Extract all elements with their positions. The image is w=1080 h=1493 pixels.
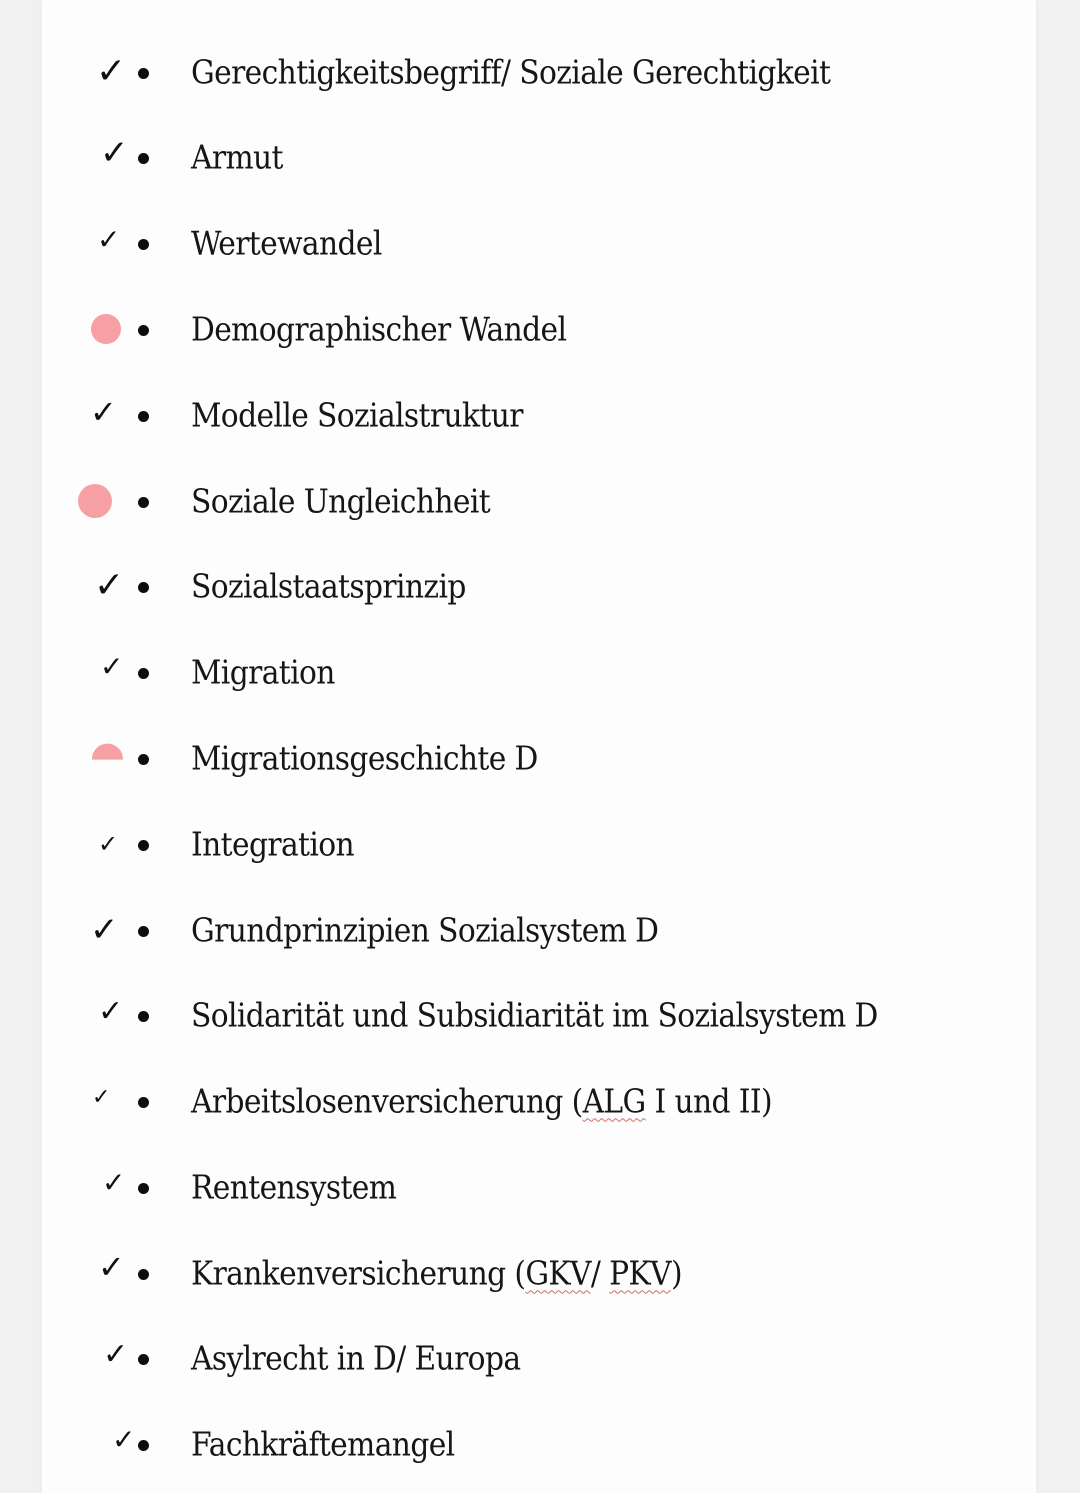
checkmark-icon: ✓	[112, 1423, 136, 1456]
checkmark-icon: ✓	[98, 830, 119, 858]
bullet-icon	[138, 1269, 149, 1280]
document-page: ✓ Gerechtigkeitsbegriff/ Soziale Gerecht…	[42, 0, 1036, 1493]
spellcheck-underlined-text: PKV	[609, 1253, 671, 1293]
topic-label: Migration	[191, 652, 335, 692]
list-item: ✓ Arbeitslosenversicherung (ALG I und II…	[42, 1071, 1036, 1131]
list-item: ✓ Wertewandel	[42, 213, 1036, 273]
checkmark-icon: ✓	[90, 393, 117, 431]
checkmark-icon: ✓	[98, 1248, 125, 1286]
bullet-icon	[138, 754, 149, 765]
list-item: ✓ Krankenversicherung (GKV/ PKV)	[42, 1243, 1036, 1303]
bullet-icon	[138, 926, 149, 937]
bullet-icon	[138, 239, 149, 250]
bullet-icon	[138, 1097, 149, 1108]
list-item: ✓ Asylrecht in D/ Europa	[42, 1328, 1036, 1388]
topic-label: Migrationsgeschichte D	[191, 738, 538, 778]
list-item: ✓ Grundprinzipien Sozialsystem D	[42, 900, 1036, 960]
list-item: Demographischer Wandel	[42, 299, 1036, 359]
list-item: Soziale Ungleichheit	[42, 471, 1036, 531]
label-text: /	[590, 1253, 610, 1293]
list-item: Migrationsgeschichte D	[42, 728, 1036, 788]
topic-label: Modelle Sozialstruktur	[191, 395, 523, 435]
list-item: ✓ Rentensystem	[42, 1157, 1036, 1217]
topic-label: Arbeitslosenversicherung (ALG I und II)	[191, 1081, 773, 1121]
checkmark-icon: ✓	[92, 1085, 111, 1110]
label-text: Krankenversicherung (	[191, 1253, 526, 1293]
checkmark-icon: ✓	[96, 51, 127, 92]
list-item: ✓ Solidarität und Subsidiarität im Sozia…	[42, 985, 1036, 1045]
list-item: ✓ Gerechtigkeitsbegriff/ Soziale Gerecht…	[42, 42, 1036, 102]
topic-label: Grundprinzipien Sozialsystem D	[191, 910, 659, 950]
checkmark-icon: ✓	[100, 133, 129, 173]
bullet-icon	[138, 840, 149, 851]
list-item: ✓ Integration	[42, 814, 1036, 874]
topic-label: Asylrecht in D/ Europa	[191, 1338, 521, 1378]
list-item: ✓ Migration	[42, 642, 1036, 702]
bullet-icon	[138, 325, 149, 336]
topic-label: Integration	[191, 824, 355, 864]
checkmark-icon: ✓	[94, 565, 125, 606]
topic-label: Wertewandel	[191, 223, 382, 263]
topic-label: Rentensystem	[191, 1167, 397, 1207]
list-item: ✓ Fachkräftemangel	[42, 1414, 1036, 1474]
topic-label: Sozialstaatsprinzip	[191, 566, 466, 606]
spellcheck-underlined-text: GKV	[525, 1253, 591, 1293]
topic-label: Krankenversicherung (GKV/ PKV)	[191, 1253, 683, 1293]
bullet-icon	[138, 1011, 149, 1022]
label-text: Arbeitslosenversicherung (	[191, 1081, 583, 1121]
list-item: ✓ Armut	[42, 127, 1036, 187]
list-item: ✓ Modelle Sozialstruktur	[42, 385, 1036, 445]
spellcheck-underlined-text: ALG	[582, 1081, 647, 1121]
pink-circle-icon	[91, 314, 121, 344]
bullet-icon	[138, 411, 149, 422]
topic-label: Demographischer Wandel	[191, 309, 567, 349]
bullet-icon	[138, 68, 149, 79]
bullet-icon	[138, 497, 149, 508]
label-text: I und II)	[645, 1081, 772, 1121]
checkmark-icon: ✓	[98, 994, 124, 1029]
topic-label: Armut	[191, 137, 283, 177]
checkmark-icon: ✓	[97, 223, 121, 256]
topic-label: Gerechtigkeitsbegriff/ Soziale Gerechtig…	[191, 52, 831, 92]
bullet-icon	[138, 1354, 149, 1365]
checkmark-icon: ✓	[100, 650, 124, 683]
label-text: )	[670, 1253, 683, 1293]
topic-label: Fachkräftemangel	[191, 1424, 455, 1464]
checkmark-icon: ✓	[103, 1337, 129, 1372]
list-item: ✓ Sozialstaatsprinzip	[42, 556, 1036, 616]
bullet-icon	[138, 668, 149, 679]
topic-label: Solidarität und Subsidiarität im Sozials…	[191, 995, 878, 1035]
bullet-icon	[138, 153, 149, 164]
pink-circle-icon	[78, 484, 112, 518]
checkmark-icon: ✓	[102, 1166, 126, 1199]
bullet-icon	[138, 582, 149, 593]
checkmark-icon: ✓	[90, 910, 119, 950]
bullet-icon	[138, 1440, 149, 1451]
pink-half-circle-icon	[92, 743, 123, 760]
topic-label: Soziale Ungleichheit	[191, 481, 491, 521]
bullet-icon	[138, 1183, 149, 1194]
